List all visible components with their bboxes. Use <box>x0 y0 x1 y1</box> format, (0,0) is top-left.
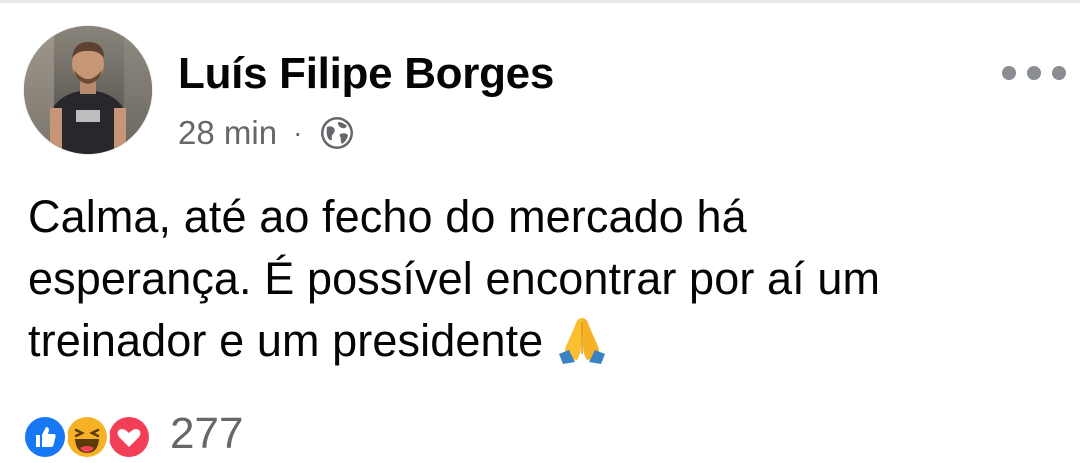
more-dot-icon <box>1027 66 1041 80</box>
post-text-line: treinador e um presidente <box>28 315 544 366</box>
love-reaction-icon <box>106 414 152 460</box>
author-name[interactable]: Luís Filipe Borges <box>178 48 554 100</box>
post-text-line: Calma, até ao fecho do mercado há <box>28 191 747 242</box>
post-body: Calma, até ao fecho do mercado há espera… <box>28 186 1058 372</box>
post-timestamp[interactable]: 28 min <box>178 114 277 152</box>
more-dot-icon <box>1002 66 1016 80</box>
folded-hands-emoji-icon <box>555 314 609 364</box>
like-reaction-icon <box>22 414 68 460</box>
more-dot-icon <box>1052 66 1066 80</box>
haha-reaction-icon <box>64 414 110 460</box>
reactions-bar[interactable]: 277 <box>22 408 243 460</box>
globe-icon <box>318 114 356 152</box>
reaction-count[interactable]: 277 <box>170 408 243 460</box>
avatar-photo <box>24 26 152 154</box>
reaction-icons <box>22 408 162 460</box>
top-divider <box>0 0 1080 3</box>
more-options-button[interactable] <box>1002 58 1066 88</box>
post-text-line: esperança. É possível encontrar por aí u… <box>28 253 881 304</box>
author-avatar[interactable] <box>24 26 152 154</box>
post-text-line-last: treinador e um presidente <box>28 310 1058 372</box>
meta-separator: · <box>293 117 303 148</box>
post-meta: 28 min · <box>178 113 356 153</box>
